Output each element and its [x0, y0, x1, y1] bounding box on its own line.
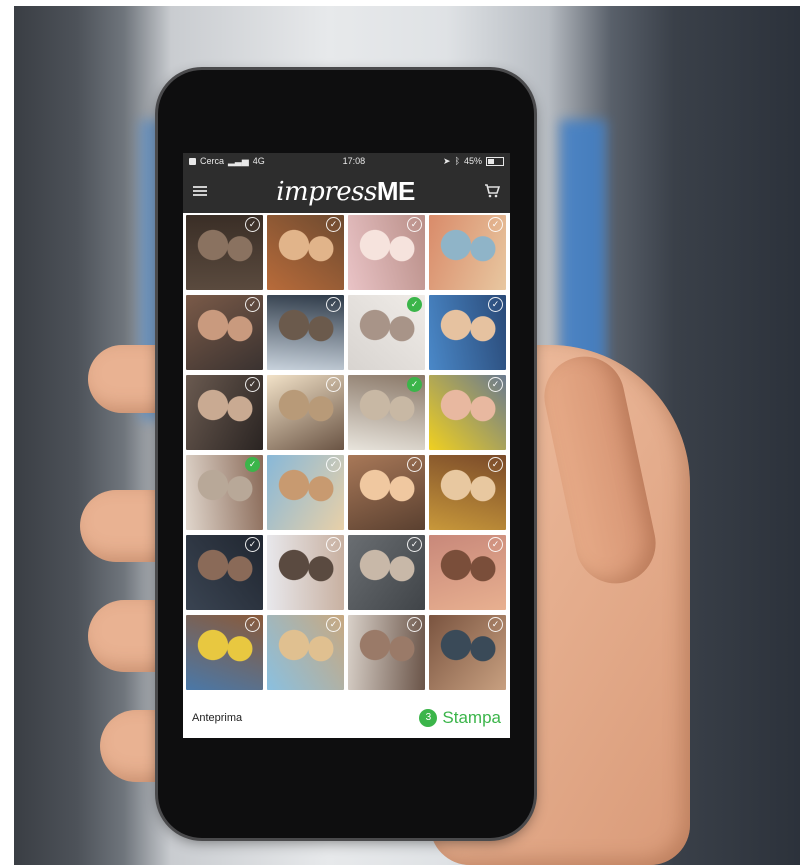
selected-count-badge: 3: [419, 708, 438, 727]
battery-percent: 45%: [463, 156, 482, 166]
photo-tile[interactable]: ✓: [348, 615, 425, 690]
shopping-cart-icon[interactable]: [484, 184, 500, 198]
selected-check-icon[interactable]: ✓: [245, 457, 260, 472]
unselected-check-icon[interactable]: ✓: [245, 377, 260, 392]
print-button[interactable]: 3 Stampa: [419, 708, 501, 728]
back-app-icon[interactable]: [189, 157, 196, 165]
unselected-check-icon[interactable]: ✓: [488, 617, 503, 632]
photo-tile[interactable]: ✓: [267, 535, 344, 610]
photo-tile[interactable]: ✓: [429, 615, 506, 690]
signal-icon: ▂▃▅: [228, 155, 249, 166]
photo-tile[interactable]: ✓: [348, 215, 425, 290]
photo-grid: ✓ ✓ ✓ ✓ ✓ ✓ ✓ ✓ ✓ ✓ ✓ ✓ ✓ ✓ ✓ ✓ ✓ ✓ ✓ ✓ ✓ ✓ ✓ ✓: [183, 213, 510, 690]
photo-tile[interactable]: ✓: [267, 295, 344, 370]
photo-tile[interactable]: ✓: [348, 455, 425, 530]
unselected-check-icon[interactable]: ✓: [326, 217, 341, 232]
print-label: Stampa: [442, 707, 501, 727]
photo-tile[interactable]: ✓: [186, 535, 263, 610]
photo-tile[interactable]: ✓: [186, 375, 263, 450]
photo-tile[interactable]: ✓: [186, 295, 263, 370]
app-logo: impressME: [276, 175, 415, 207]
photo-tile[interactable]: ✓: [429, 215, 506, 290]
photo-tile[interactable]: ✓: [186, 215, 263, 290]
photo-tile[interactable]: ✓: [186, 455, 263, 530]
photo-tile[interactable]: ✓: [267, 215, 344, 290]
photo-tile[interactable]: ✓: [267, 455, 344, 530]
photo-tile[interactable]: ✓: [267, 375, 344, 450]
photo-tile[interactable]: ✓: [348, 375, 425, 450]
battery-icon: [485, 156, 504, 166]
photo-tile[interactable]: ✓: [429, 535, 506, 610]
unselected-check-icon[interactable]: ✓: [326, 377, 341, 392]
clock: 17:08: [342, 156, 366, 166]
unselected-check-icon[interactable]: ✓: [488, 537, 503, 552]
photo-tile[interactable]: ✓: [267, 615, 344, 690]
back-app-label[interactable]: Cerca: [200, 156, 224, 166]
location-icon: ➤: [443, 155, 451, 166]
preview-button[interactable]: Anteprima: [192, 712, 242, 724]
photo-tile[interactable]: ✓: [348, 295, 425, 370]
unselected-check-icon[interactable]: ✓: [407, 537, 422, 552]
unselected-check-icon[interactable]: ✓: [245, 617, 260, 632]
status-bar: Cerca ▂▃▅ 4G 17:08 ➤ ᛒ 45%: [183, 153, 510, 169]
unselected-check-icon[interactable]: ✓: [488, 217, 503, 232]
app-screen: Cerca ▂▃▅ 4G 17:08 ➤ ᛒ 45% impressME ✓ ✓ ✓…: [183, 153, 510, 738]
network-label: 4G: [252, 156, 265, 166]
unselected-check-icon[interactable]: ✓: [326, 617, 341, 632]
selected-check-icon[interactable]: ✓: [407, 377, 422, 392]
app-header: impressME: [183, 169, 510, 213]
unselected-check-icon[interactable]: ✓: [407, 217, 422, 232]
photo-tile[interactable]: ✓: [186, 615, 263, 690]
unselected-check-icon[interactable]: ✓: [488, 377, 503, 392]
unselected-check-icon[interactable]: ✓: [326, 457, 341, 472]
unselected-check-icon[interactable]: ✓: [488, 457, 503, 472]
unselected-check-icon[interactable]: ✓: [245, 537, 260, 552]
unselected-check-icon[interactable]: ✓: [407, 457, 422, 472]
selected-check-icon[interactable]: ✓: [407, 297, 422, 312]
bluetooth-icon: ᛒ: [454, 156, 460, 166]
unselected-check-icon[interactable]: ✓: [326, 297, 341, 312]
background-blurred-sign: [180, 6, 270, 66]
photo-tile[interactable]: ✓: [429, 455, 506, 530]
unselected-check-icon[interactable]: ✓: [245, 297, 260, 312]
photo-tile[interactable]: ✓: [429, 375, 506, 450]
unselected-check-icon[interactable]: ✓: [326, 537, 341, 552]
unselected-check-icon[interactable]: ✓: [245, 217, 260, 232]
hamburger-menu-icon[interactable]: [193, 186, 207, 196]
unselected-check-icon[interactable]: ✓: [407, 617, 422, 632]
photo-tile[interactable]: ✓: [348, 535, 425, 610]
unselected-check-icon[interactable]: ✓: [488, 297, 503, 312]
photo-tile[interactable]: ✓: [429, 295, 506, 370]
bottom-action-bar: Anteprima 3 Stampa: [183, 697, 510, 738]
